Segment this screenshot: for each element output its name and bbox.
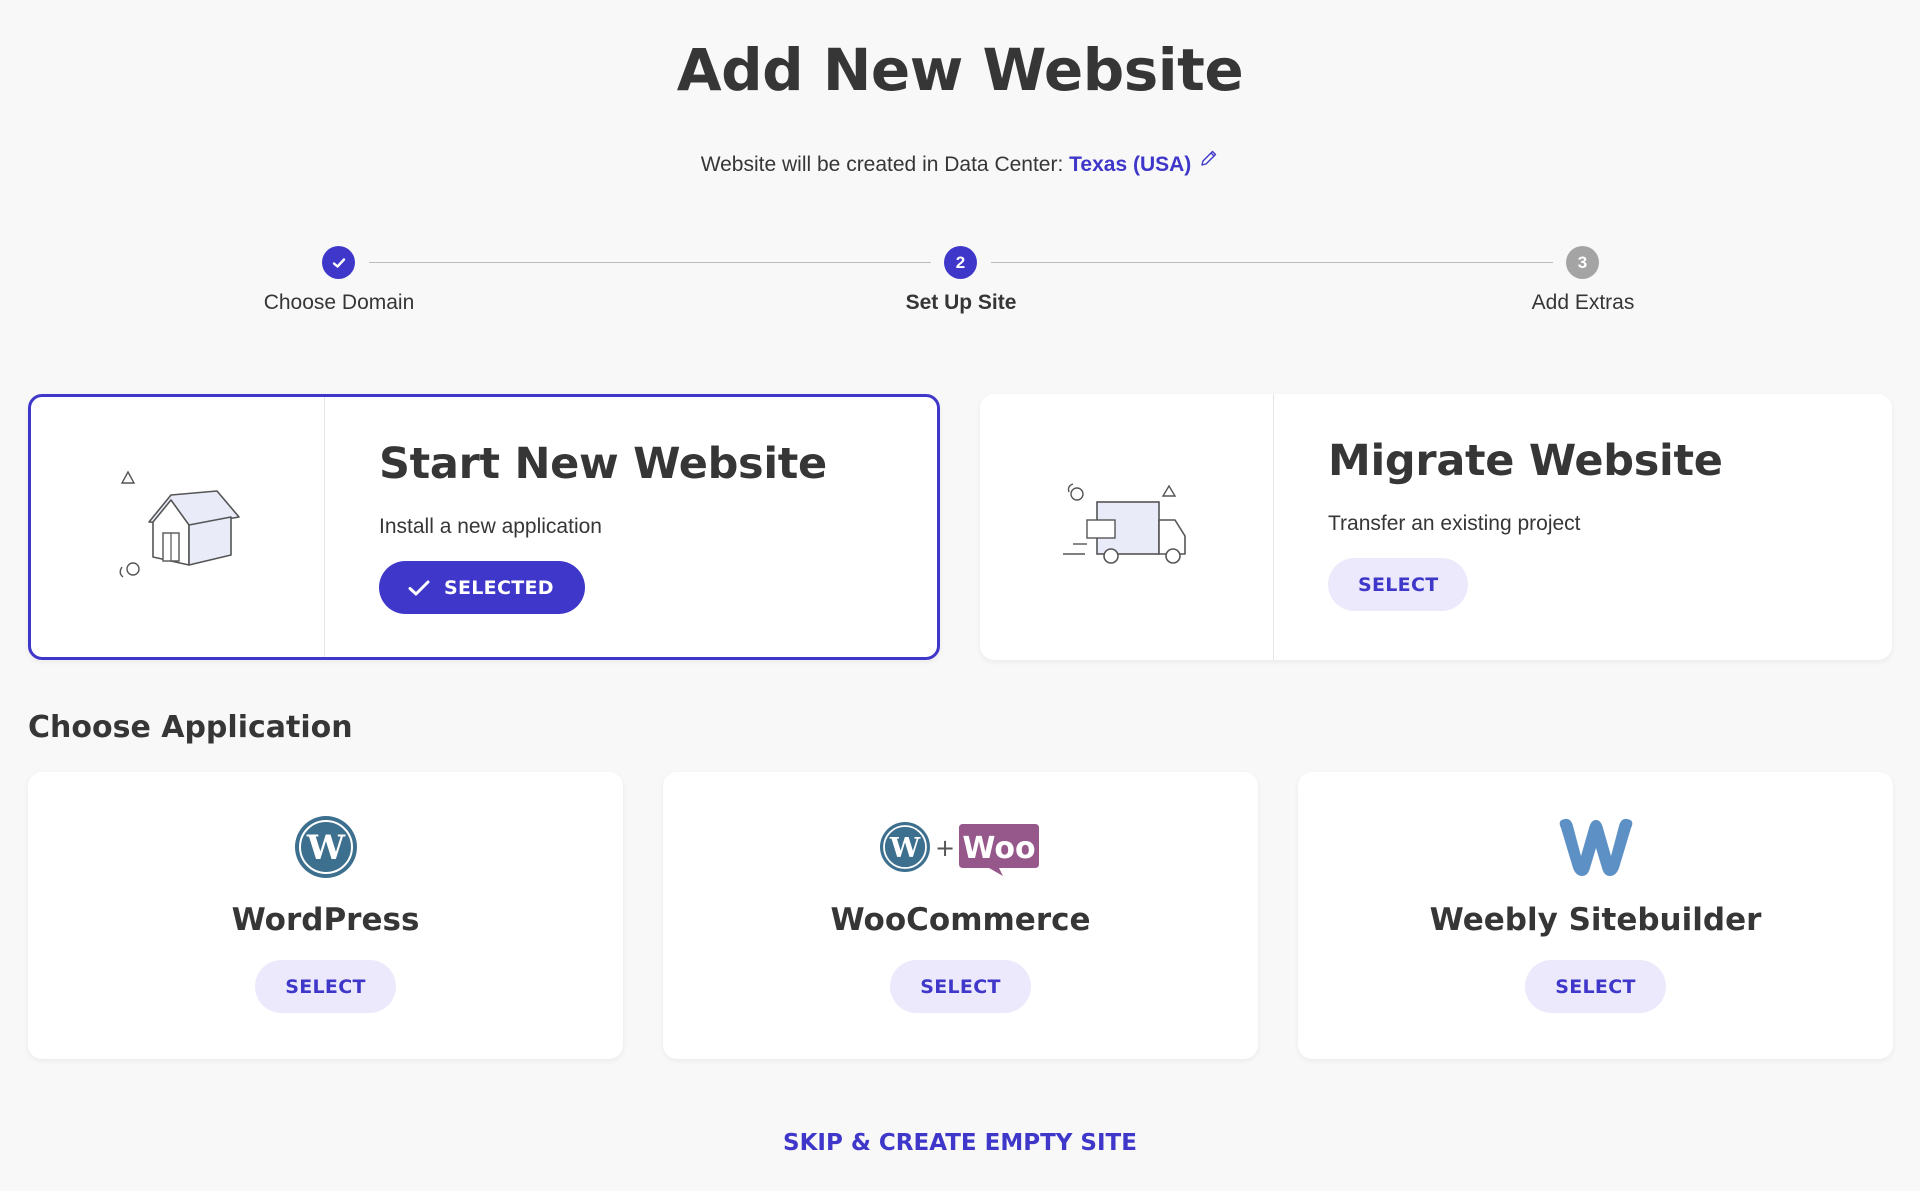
weebly-select-button[interactable]: SELECT [1525,960,1666,1013]
step-connector [369,262,931,263]
wordpress-select-button[interactable]: SELECT [255,960,396,1013]
woocommerce-select-button[interactable]: SELECT [890,960,1031,1013]
skip-create-empty-site-link[interactable]: SKIP & CREATE EMPTY SITE [0,1130,1920,1156]
weebly-icon [1559,818,1632,876]
house-illustration [31,397,325,657]
selected-button[interactable]: SELECTED [379,561,585,614]
start-new-website-card[interactable]: Start New Website Install a new applicat… [28,394,940,660]
migrate-website-card[interactable]: Migrate Website Transfer an existing pro… [980,394,1892,660]
step-3-badge: 3 [1566,246,1599,279]
page-title: Add New Website [676,36,1244,104]
step-2-badge: 2 [944,246,977,279]
datacenter-label: Website will be created in Data Center: [700,153,1070,176]
svg-text:W: W [305,828,345,868]
migrate-select-button[interactable]: SELECT [1328,558,1469,611]
step-label-set-up-site: Set Up Site [905,291,1017,314]
woocommerce-icon: W + Woo [879,822,1039,876]
start-new-website-title: Start New Website [379,439,827,489]
app-card-wordpress[interactable]: W WordPress SELECT [28,772,623,1059]
datacenter-link[interactable]: Texas (USA) [1069,153,1191,176]
step-label-add-extras: Add Extras [1531,291,1635,314]
step-1-check-icon [322,246,355,279]
step-connector [991,262,1553,263]
migrate-website-description: Transfer an existing project [1328,512,1581,535]
selected-button-label: SELECTED [444,576,554,599]
step-label-choose-domain: Choose Domain [263,291,415,314]
app-name-wordpress: WordPress [231,902,420,938]
app-name-woocommerce: WooCommerce [830,902,1091,938]
datacenter-info: Website will be created in Data Center: … [0,148,1920,177]
progress-stepper: Choose Domain 2 Set Up Site 3 Add Extras [0,246,1920,326]
house-icon [119,470,240,578]
app-name-weebly: Weebly Sitebuilder [1429,902,1762,938]
app-card-weebly[interactable]: Weebly Sitebuilder SELECT [1298,772,1893,1059]
pencil-icon[interactable] [1199,148,1219,174]
svg-text:Woo: Woo [962,831,1035,866]
choose-application-heading: Choose Application [28,710,353,745]
svg-text:+: + [934,834,954,862]
migrate-website-title: Migrate Website [1328,436,1723,486]
checkmark-icon [408,580,430,595]
app-card-woocommerce[interactable]: W + Woo WooCommerce SELECT [663,772,1258,1059]
truck-illustration [980,394,1274,660]
truck-icon [1062,483,1186,564]
wordpress-icon: W [294,816,357,878]
start-new-website-description: Install a new application [379,515,602,538]
svg-text:W: W [888,833,920,864]
